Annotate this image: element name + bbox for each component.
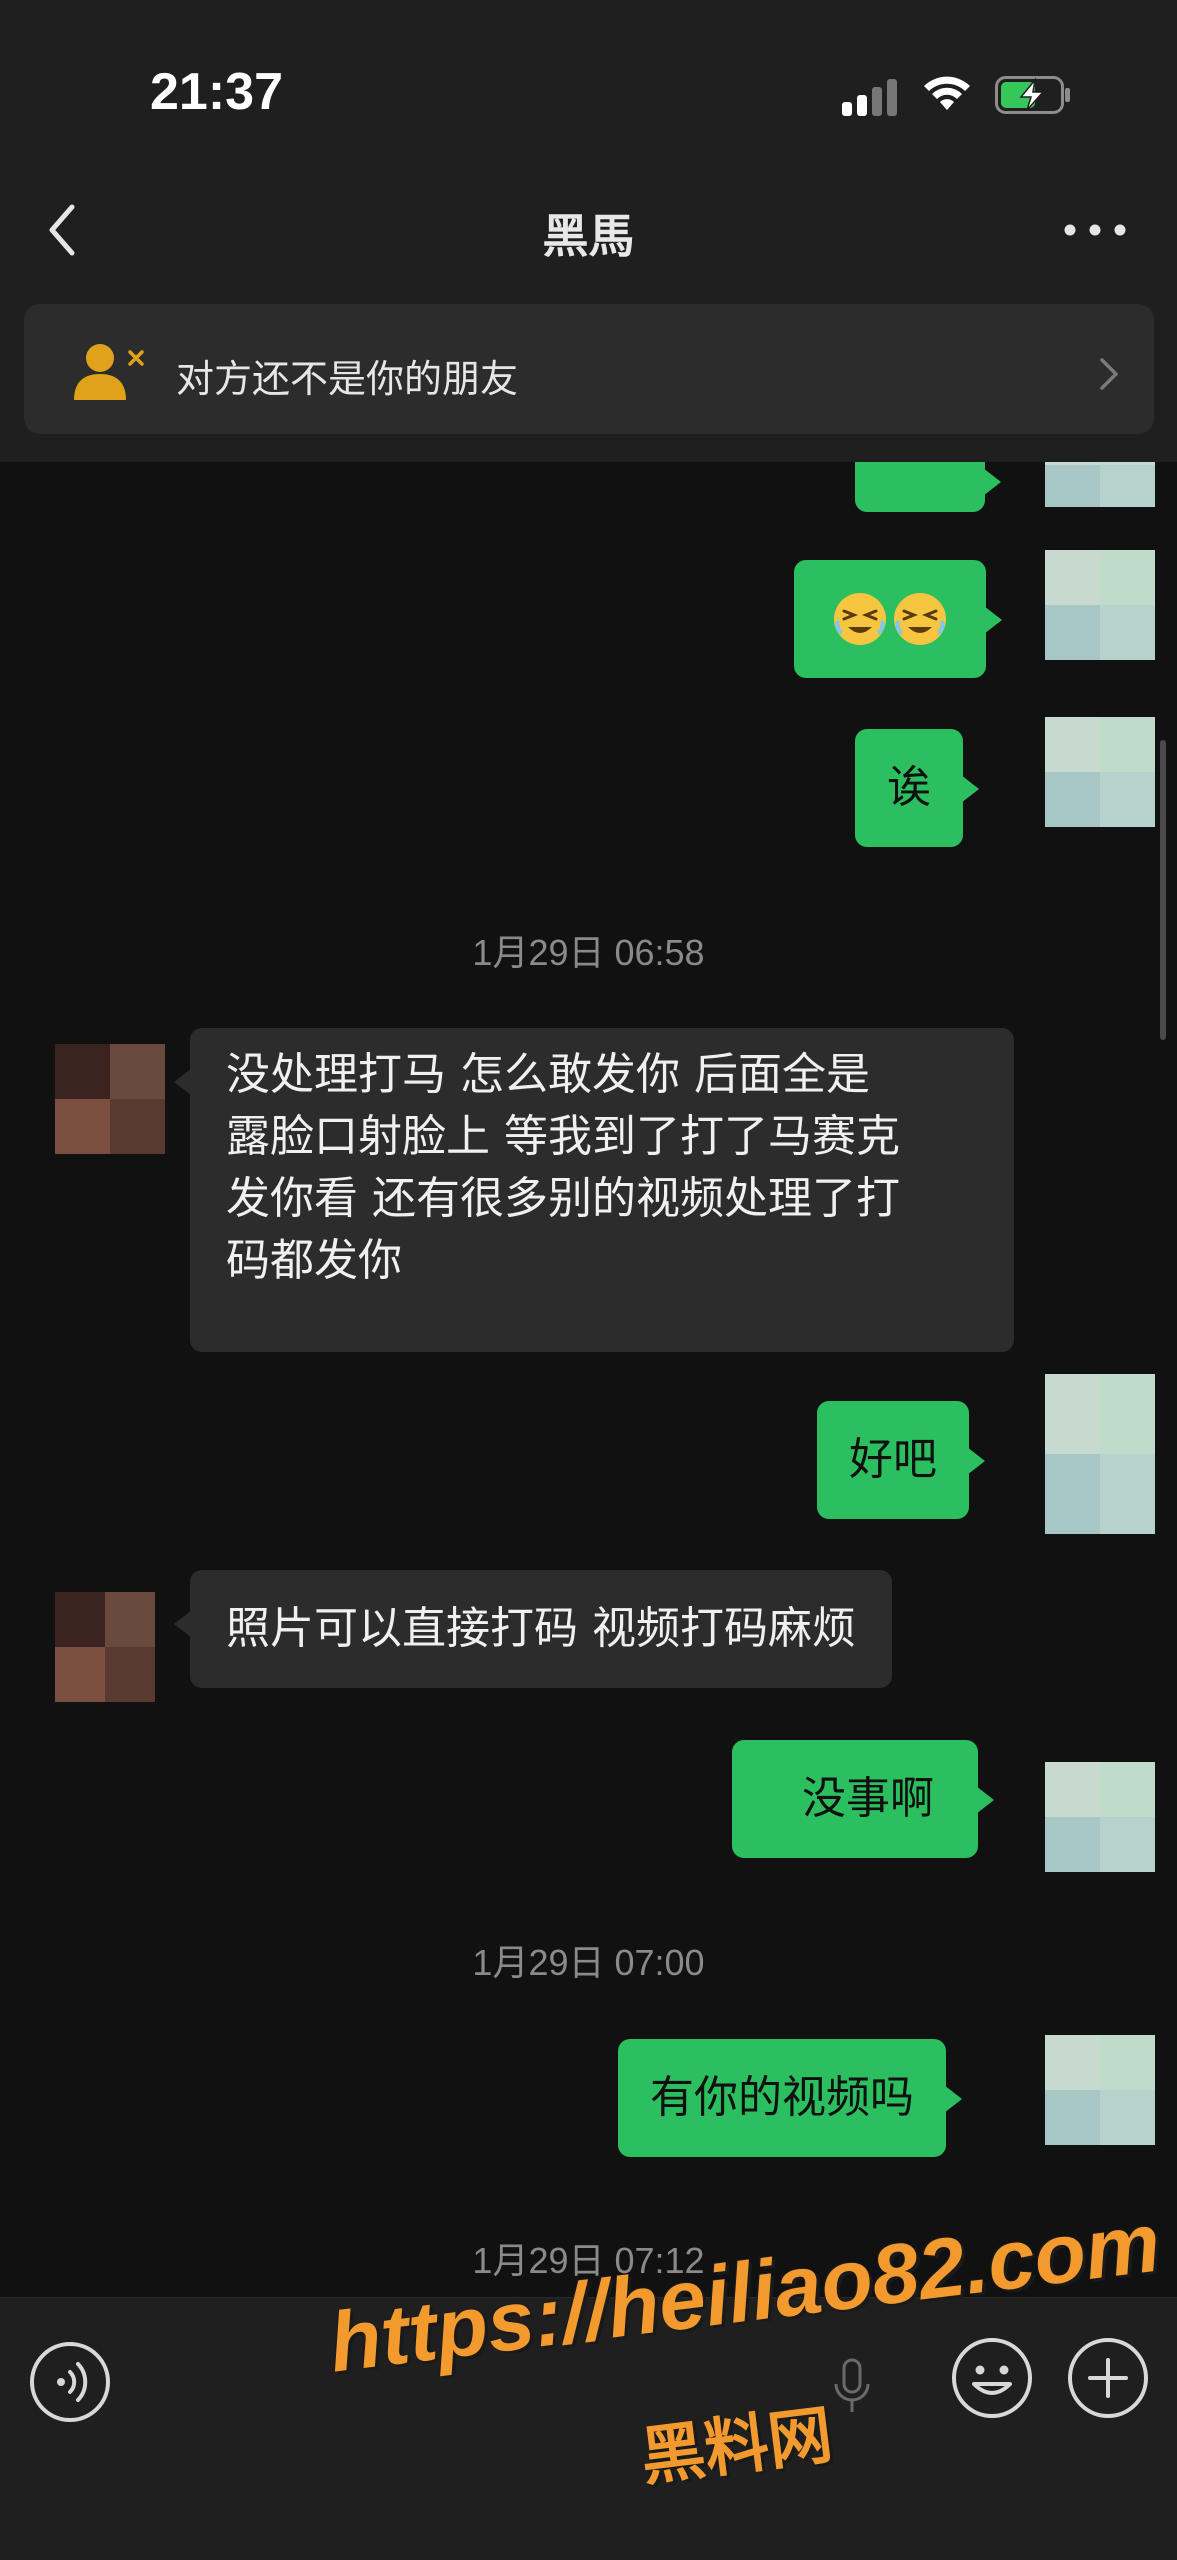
message-outgoing[interactable]: 好吧 xyxy=(817,1401,985,1519)
mic-icon[interactable] xyxy=(830,2356,874,2416)
chat-title: 黑馬 xyxy=(542,209,635,263)
wifi-icon xyxy=(924,76,970,110)
message-line: 发你看 还有很多别的视频处理了打 xyxy=(226,1173,900,1224)
message-line: 码都发你 xyxy=(226,1235,402,1286)
contact-avatar[interactable] xyxy=(55,1044,165,1154)
weary-laugh-emoji-icon xyxy=(834,593,886,645)
weary-laugh-emoji-icon xyxy=(894,593,946,645)
my-avatar[interactable] xyxy=(1045,1762,1155,1872)
input-bar xyxy=(0,2297,1177,2560)
not-friend-text: 对方还不是你的朋友 xyxy=(176,357,519,401)
cellular-signal-icon xyxy=(842,79,897,116)
message-outgoing[interactable]: 没事啊 xyxy=(732,1740,994,1858)
more-options-icon[interactable] xyxy=(1060,210,1130,250)
user-blocked-icon xyxy=(74,344,144,400)
message-input[interactable] xyxy=(140,2328,920,2438)
my-avatar[interactable] xyxy=(1045,2035,1155,2145)
emoji-icon[interactable] xyxy=(950,2336,1034,2420)
message-timestamp: 1月29日 07:00 xyxy=(472,1942,705,1983)
battery-charging-icon xyxy=(995,76,1070,114)
chevron-right-icon xyxy=(1100,358,1118,390)
my-avatar[interactable] xyxy=(1045,462,1155,507)
contact-avatar[interactable] xyxy=(55,1592,155,1702)
message-outgoing-emoji[interactable] xyxy=(794,560,1002,678)
status-time: 21:37 xyxy=(150,63,283,121)
not-friend-notice[interactable]: 对方还不是你的朋友 xyxy=(24,304,1154,434)
my-avatar[interactable] xyxy=(1045,717,1155,827)
message-timestamp: 1月29日 06:58 xyxy=(472,932,705,973)
message-outgoing[interactable]: 有你的视频吗 xyxy=(618,2039,962,2157)
my-avatar[interactable] xyxy=(1045,550,1155,660)
chat-message-list[interactable]: 诶 1月29日 06:58 没处理打马 怎么敢发你 后面全是 露脸口射脸上 等我… xyxy=(0,462,1177,2297)
message-incoming[interactable]: 没处理打马 怎么敢发你 后面全是 露脸口射脸上 等我到了打了马赛克 发你看 还有… xyxy=(174,1028,1014,1352)
message-line: 没处理打马 怎么敢发你 后面全是 xyxy=(226,1049,870,1100)
message-timestamp: 1月29日 07:12 xyxy=(472,2240,705,2281)
my-avatar[interactable] xyxy=(1045,1374,1155,1534)
scrollbar[interactable] xyxy=(1160,740,1166,1040)
voice-icon[interactable] xyxy=(28,2340,112,2424)
plus-icon[interactable] xyxy=(1066,2336,1150,2420)
message-outgoing-partial[interactable] xyxy=(855,462,1001,512)
message-line: 露脸口射脸上 等我到了打了马赛克 xyxy=(226,1111,900,1162)
message-outgoing[interactable]: 诶 xyxy=(855,729,979,847)
message-incoming[interactable]: 照片可以直接打码 视频打码麻烦 xyxy=(174,1570,892,1688)
